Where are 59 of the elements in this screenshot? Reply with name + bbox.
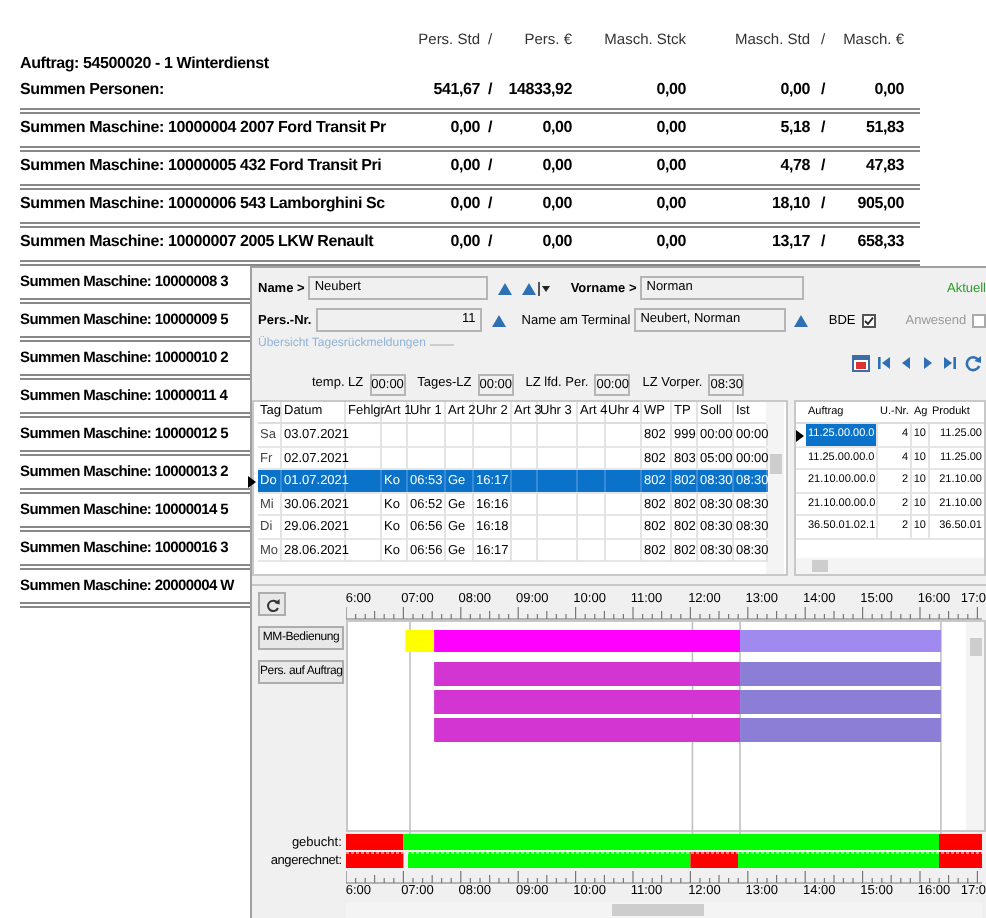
value-cell-text: 658,33	[855, 230, 904, 254]
value-cell-text: 47,83	[863, 154, 904, 178]
checkbox[interactable]	[861, 313, 876, 328]
value-cell-text: /	[485, 230, 495, 254]
next-icon[interactable]	[920, 354, 936, 373]
value-cell-text: 0,00	[448, 154, 480, 178]
previous-icon[interactable]	[898, 354, 914, 373]
value-cell-text: /	[818, 230, 828, 254]
value-cell-text: 4,78	[778, 154, 810, 178]
scrollbar[interactable]	[796, 558, 984, 574]
dropdown-caret-icon[interactable]	[538, 281, 551, 296]
refresh-icon	[265, 597, 279, 611]
value-cell-text: 51,83	[863, 116, 904, 140]
value-cell-text: 14833,92	[506, 78, 572, 102]
value-cell-text: 0,00	[654, 192, 686, 216]
value-cell-text: 0,00	[540, 154, 572, 178]
value-cell-text: /	[818, 116, 828, 140]
order-title: Auftrag: 54500020 - 1 Winterdienst	[20, 52, 271, 76]
last-icon[interactable]	[942, 354, 958, 373]
value-cell-text: 0,00	[540, 230, 572, 254]
value-cell-text: 0,00	[778, 78, 810, 102]
value-cell-text: 0,00	[448, 230, 480, 254]
value-cell-text: 0,00	[540, 116, 572, 140]
value-cell-text: 0,00	[448, 192, 480, 216]
value-cell-text: 0,00	[654, 116, 686, 140]
triangle-icon[interactable]	[794, 313, 809, 328]
value-cell-text: 0,00	[654, 78, 686, 102]
calendar-icon[interactable]	[852, 354, 870, 373]
value-cell-text: /	[485, 78, 495, 102]
value-cell-text: /	[818, 154, 828, 178]
scrollbar[interactable]	[766, 402, 784, 574]
refresh-button[interactable]	[258, 592, 286, 616]
value-cell-text: /	[818, 192, 828, 216]
value-cell-text: 5,18	[778, 116, 810, 140]
row-pointer-icon	[248, 476, 256, 489]
value-cell-text: /	[485, 154, 495, 178]
scrollbar[interactable]	[966, 622, 984, 830]
value-cell-text: 0,00	[540, 192, 572, 216]
refresh-icon[interactable]	[964, 354, 982, 373]
triangle-icon[interactable]	[491, 313, 506, 328]
value-cell-text: /	[485, 192, 495, 216]
value-cell-text: 905,00	[855, 192, 904, 216]
value-cell-text: 18,10	[769, 192, 810, 216]
first-icon[interactable]	[876, 354, 892, 373]
row-label: Summen Maschine: 10000005 432 Ford Transit Pri	[20, 154, 384, 178]
row-label: Summen Maschine: 10000007 2005 LKW Renault	[20, 230, 376, 254]
value-cell-text: 0,00	[872, 78, 904, 102]
value-cell-text: /	[485, 116, 495, 140]
row-label: Summen Maschine: 10000006 543 Lamborghini Sc	[20, 192, 387, 216]
value-cell-text: 541,67	[431, 78, 480, 102]
scrollbar[interactable]	[345, 902, 982, 918]
row-label: Summen Maschine: 10000004 2007 Ford Transit Pr	[20, 116, 388, 140]
row-label: Summen Personen:	[20, 78, 166, 102]
value-cell-text: 13,17	[769, 230, 810, 254]
value-cell-text: 0,00	[448, 116, 480, 140]
value-cell-text: 0,00	[654, 230, 686, 254]
value-cell-text: /	[818, 78, 828, 102]
value-cell-text: 0,00	[654, 154, 686, 178]
row-pointer-icon	[796, 429, 804, 442]
